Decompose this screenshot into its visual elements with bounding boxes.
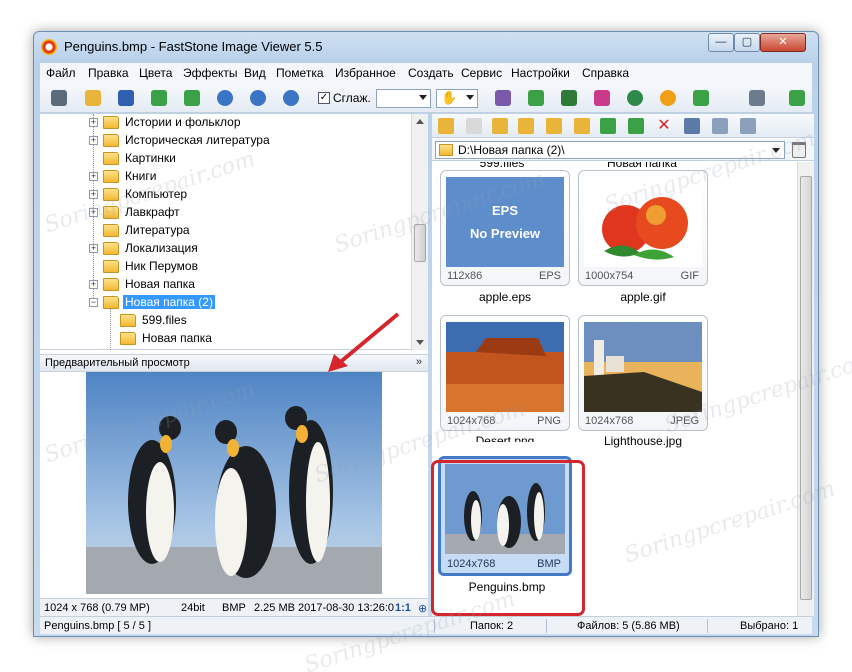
annotation-arrow (328, 312, 400, 372)
